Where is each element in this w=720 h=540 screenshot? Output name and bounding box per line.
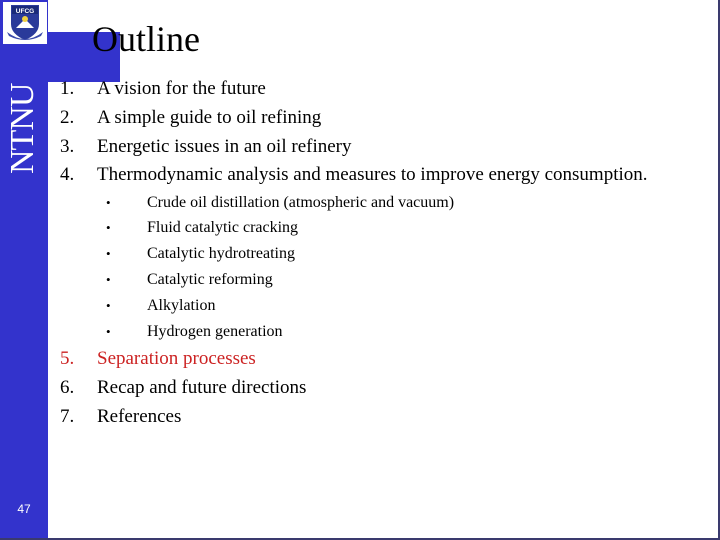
item-label: Separation processes [97, 348, 256, 369]
sub-item-label: Hydrogen generation [147, 323, 283, 340]
sidebar: UFCG NTNU 47 [0, 0, 48, 538]
bullet-icon: • [106, 246, 111, 261]
bullet-icon: • [106, 195, 111, 210]
ntnu-vertical-label: NTNU [4, 83, 41, 174]
sub-item-label: Crude oil distillation (atmospheric and … [147, 194, 455, 211]
item-label: Recap and future directions [97, 377, 307, 398]
slide: UFCG NTNU 47 Outline 1. A vision for the… [0, 0, 720, 540]
slide-title: Outline [92, 19, 200, 59]
page-number: 47 [17, 502, 31, 516]
item-number: 7. [60, 406, 75, 427]
item-label: A simple guide to oil refining [97, 107, 322, 128]
item-number: 3. [60, 136, 75, 157]
item-label: References [97, 406, 182, 427]
item-label: A vision for the future [97, 78, 266, 99]
item-number: 6. [60, 377, 75, 398]
item-number: 5. [60, 348, 75, 369]
ufcg-logo: UFCG [3, 2, 47, 44]
sub-item-label: Catalytic reforming [147, 271, 273, 288]
bullet-icon: • [106, 324, 111, 339]
item-label: Thermodynamic analysis and measures to i… [97, 164, 648, 185]
item-number: 4. [60, 164, 75, 185]
item-number: 1. [60, 78, 75, 99]
bullet-icon: • [106, 220, 111, 235]
item-label: Energetic issues in an oil refinery [97, 136, 352, 157]
sub-item-label: Alkylation [147, 297, 216, 314]
ufcg-crest-icon: UFCG [7, 5, 43, 40]
sub-item-label: Catalytic hydrotreating [147, 245, 295, 262]
item-number: 2. [60, 107, 75, 128]
sub-item-label: Fluid catalytic cracking [147, 219, 299, 236]
bullet-icon: • [106, 272, 111, 287]
svg-text:UFCG: UFCG [16, 8, 34, 15]
bullet-icon: • [106, 298, 111, 313]
